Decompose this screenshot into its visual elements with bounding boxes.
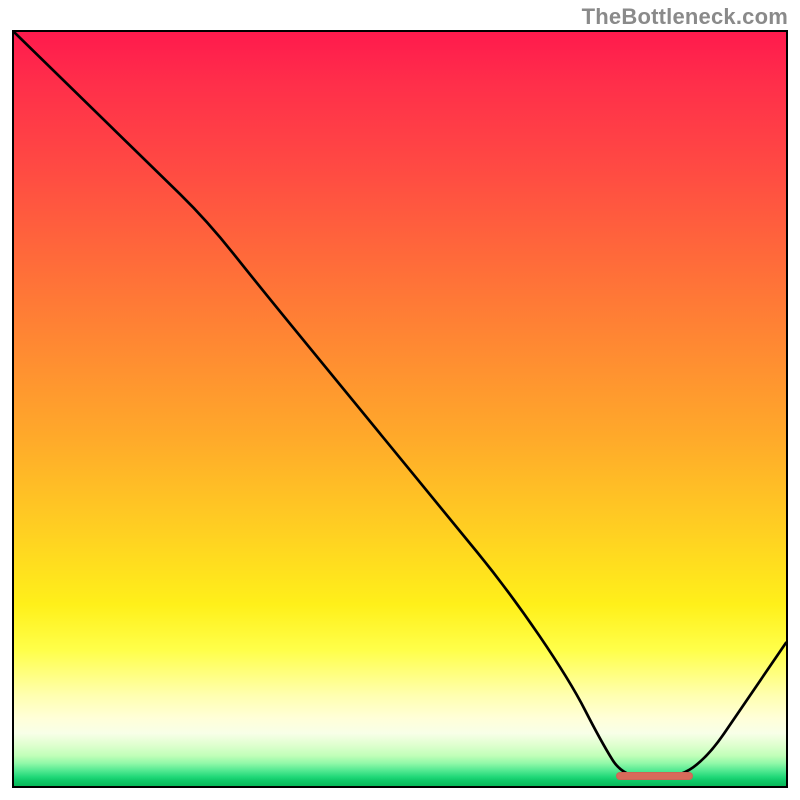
plot-frame [12, 30, 788, 788]
watermark-text: TheBottleneck.com [582, 4, 788, 30]
optimal-range-marker [616, 772, 693, 780]
bottleneck-curve-svg [14, 32, 786, 786]
chart-canvas: TheBottleneck.com [0, 0, 800, 800]
bottleneck-curve [14, 32, 786, 778]
